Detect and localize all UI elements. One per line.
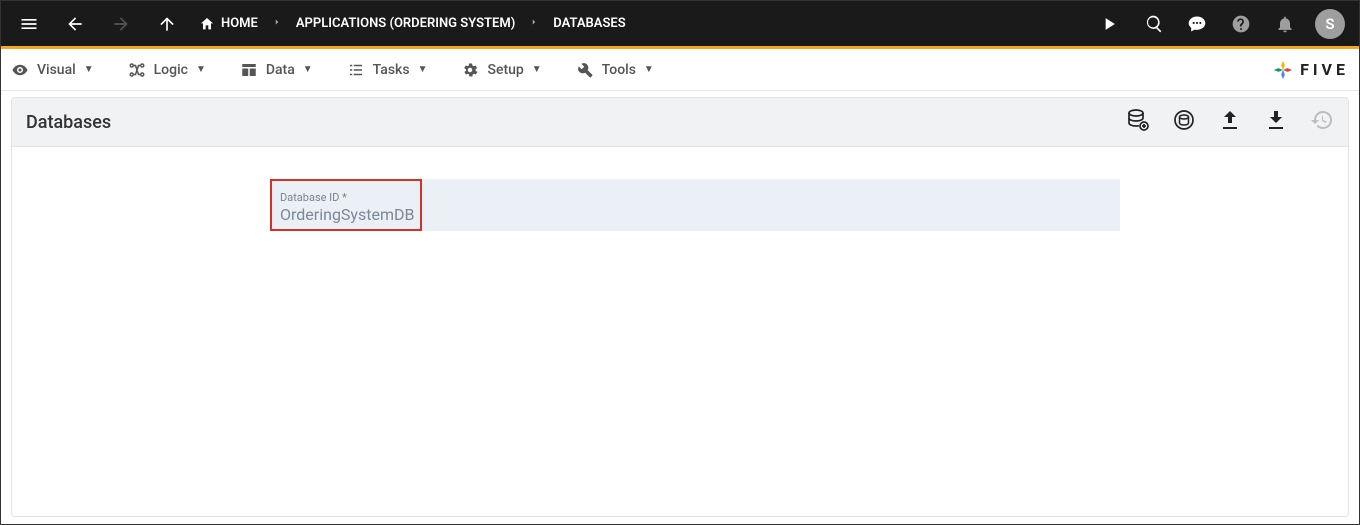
- page: Databases Database ID * OrderingS: [1, 91, 1359, 523]
- chevron-down-icon: ▼: [418, 64, 428, 75]
- brand-text: FIVE: [1300, 60, 1349, 79]
- menu-tools[interactable]: Tools ▼: [576, 61, 654, 79]
- chevron-right-icon: [529, 16, 539, 31]
- menu-setup[interactable]: Setup ▼: [461, 61, 541, 79]
- breadcrumb-applications[interactable]: APPLICATIONS (ORDERING SYSTEM): [296, 16, 515, 31]
- menu-icon[interactable]: [15, 10, 43, 38]
- menu-setup-label: Setup: [487, 62, 523, 78]
- menu-tasks-label: Tasks: [373, 62, 410, 78]
- breadcrumb-app-label: APPLICATIONS (ORDERING SYSTEM): [296, 16, 515, 31]
- brand-mark-icon: [1272, 59, 1294, 81]
- forward-button[interactable]: [107, 10, 135, 38]
- menu-tools-label: Tools: [602, 62, 636, 78]
- chevron-down-icon: ▼: [196, 64, 206, 75]
- chat-icon[interactable]: [1183, 10, 1211, 38]
- breadcrumb: HOME APPLICATIONS (ORDERING SYSTEM) DATA…: [199, 16, 626, 32]
- menu-visual[interactable]: Visual ▼: [11, 61, 94, 79]
- page-title: Databases: [26, 112, 1126, 133]
- chevron-down-icon: ▼: [644, 64, 654, 75]
- menu-visual-label: Visual: [37, 62, 76, 78]
- database-id-value: OrderingSystemDB: [280, 205, 1110, 224]
- chevron-down-icon: ▼: [303, 64, 313, 75]
- menubar-left: Visual ▼ Logic ▼ Data ▼ Tasks ▼ Setup ▼ …: [11, 61, 654, 79]
- history-icon[interactable]: [1310, 108, 1334, 136]
- back-button[interactable]: [61, 10, 89, 38]
- brand: FIVE: [1272, 59, 1349, 81]
- breadcrumb-home[interactable]: HOME: [199, 16, 258, 32]
- menu-logic[interactable]: Logic ▼: [128, 61, 206, 79]
- database-row[interactable]: Database ID * OrderingSystemDB: [270, 179, 1120, 231]
- database-add-icon[interactable]: [1126, 108, 1150, 136]
- chevron-down-icon: ▼: [532, 64, 542, 75]
- avatar[interactable]: S: [1315, 9, 1345, 39]
- page-actions: [1126, 108, 1334, 136]
- menu-data[interactable]: Data ▼: [240, 61, 313, 79]
- breadcrumb-home-label: HOME: [221, 16, 258, 31]
- avatar-initial: S: [1325, 15, 1334, 33]
- menu-data-label: Data: [266, 62, 295, 78]
- upload-icon[interactable]: [1218, 108, 1242, 136]
- topbar-left: HOME APPLICATIONS (ORDERING SYSTEM) DATA…: [15, 10, 1095, 38]
- chevron-down-icon: ▼: [84, 64, 94, 75]
- bell-icon[interactable]: [1271, 10, 1299, 38]
- page-header: Databases: [11, 97, 1349, 147]
- play-icon[interactable]: [1095, 10, 1123, 38]
- menu-tasks[interactable]: Tasks ▼: [347, 61, 428, 79]
- page-body: Database ID * OrderingSystemDB: [11, 147, 1349, 517]
- chevron-right-icon: [272, 16, 282, 31]
- magnify-chat-icon[interactable]: [1139, 10, 1167, 38]
- download-icon[interactable]: [1264, 108, 1288, 136]
- breadcrumb-section-label: DATABASES: [553, 16, 625, 31]
- database-id-field: Database ID * OrderingSystemDB: [270, 187, 1120, 224]
- menu-bar: Visual ▼ Logic ▼ Data ▼ Tasks ▼ Setup ▼ …: [1, 49, 1359, 91]
- help-icon[interactable]: [1227, 10, 1255, 38]
- up-button[interactable]: [153, 10, 181, 38]
- menu-logic-label: Logic: [154, 62, 188, 78]
- top-bar: HOME APPLICATIONS (ORDERING SYSTEM) DATA…: [1, 1, 1359, 49]
- refresh-db-icon[interactable]: [1172, 108, 1196, 136]
- topbar-right: S: [1095, 9, 1345, 39]
- database-id-label: Database ID *: [280, 191, 1110, 204]
- breadcrumb-databases[interactable]: DATABASES: [553, 16, 625, 31]
